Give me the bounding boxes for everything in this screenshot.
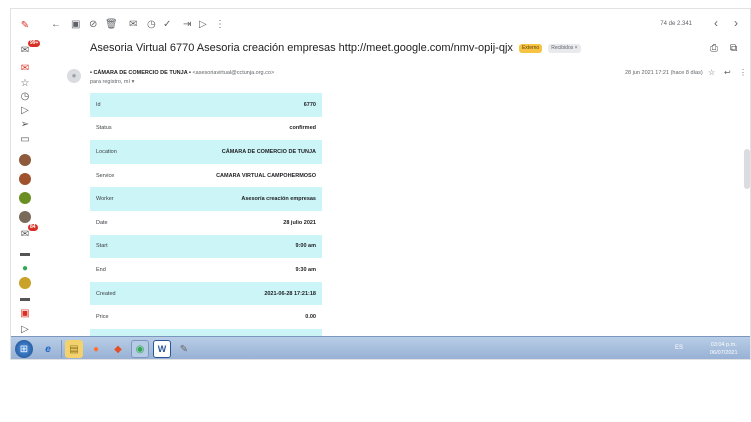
table-row: End 9:30 am [90,258,322,282]
table-row: Location CÁMARA DE COMERCIO DE TUNJA [90,140,322,164]
sender-email: <asesoriavirtual@cctunja.org.co> [192,70,275,76]
recipient-dropdown[interactable]: para registro, mí ▾ [90,79,134,85]
more-vert-icon[interactable]: ⋮ [739,68,747,77]
chat-badge: 84 [28,224,38,231]
tasks-icon[interactable]: ▷ [18,322,32,336]
screen: ✎ ✉ 99+ ✉ ☆ ◷ ▷ ➢ ▭ ✉ 84 ▬ ● ▬ ▣ ▷ ← ▣ ⊘… [10,8,751,360]
row-value: 28 julio 2021 [283,219,316,226]
clock-time: 03:04 p.m. [710,342,737,348]
contact-avatar-5[interactable] [18,276,32,290]
left-rail: ✎ ✉ 99+ ✉ ☆ ◷ ▷ ➢ ▭ ✉ 84 ▬ ● ▬ ▣ ▷ [11,9,41,336]
move-to-icon[interactable]: ⇥ [183,19,191,31]
row-value: 2021-06-28 17:21:18 [142,281,322,306]
hangouts-icon[interactable]: ● [18,261,32,275]
sent-icon[interactable]: ➢ [18,117,32,131]
table-row: Start 9:00 am [90,234,322,259]
label-chip-external[interactable]: Externo [518,43,543,53]
table-row: Price 0.00 [90,305,322,329]
email-subject-line: Asesoria Virtual 6770 Asesoria creación … [90,42,581,54]
inbox-icon[interactable]: ✉ 99+ [18,40,41,57]
label-icon[interactable]: ▷ [199,19,207,31]
archive-icon[interactable]: ▣ [71,19,80,31]
inbox-badge: 99+ [28,40,41,47]
mail-icon[interactable]: ✉ [18,61,32,75]
firefox-icon[interactable]: ● [87,340,105,358]
label-chip-inbox[interactable]: Recibidos × [548,43,581,53]
message-toolbar: ← ▣ ⊘ 🗑 ✉ ◷ ✓ ⇥ ▷ ⋮ 74 de 2.341 ‹ › [41,17,750,35]
table-row: Status confirmed [90,117,322,141]
snooze-icon[interactable]: ◷ [147,19,156,31]
keyboard-language[interactable]: ES [675,345,683,351]
table-row: Id 6770 [90,93,322,117]
email-date: 28 jun 2021 17:21 (hace 8 días) [625,70,703,76]
system-clock[interactable]: 03:04 p.m. 06/07/2021 [710,341,738,357]
important-icon[interactable]: ▷ [18,103,32,117]
table-row: Created 2021-06-28 17:21:18 [90,281,322,306]
row-label: Id [90,93,143,117]
contact-avatar-3[interactable] [18,191,32,205]
row-value: confirmed [289,125,316,132]
contact-avatar-2[interactable] [18,172,32,186]
add-task-icon[interactable]: ✓ [163,19,171,31]
taskbar-divider [61,340,62,358]
clock-date: 06/07/2021 [710,350,738,356]
row-label: Service [96,172,115,179]
row-value: CÁMARA DE COMERCIO DE TUNJA [142,140,322,164]
row-value: 0.00 [305,314,316,321]
mark-unread-icon[interactable]: ✉ [129,19,137,31]
appointment-details-table: Id 6770 Status confirmed Location CÁMARA DE… [90,93,322,353]
row-label: Status [96,125,112,132]
row-value: Asesoría creación empresas [142,187,322,211]
meet-icon[interactable]: ▬ [18,246,32,260]
table-row: Worker Asesoría creación empresas [90,187,322,211]
row-label: Created [90,281,143,306]
word-icon[interactable]: W [153,340,171,358]
contact-avatar-4[interactable] [18,210,32,224]
more-options-icon[interactable]: ⋮ [215,19,225,31]
sender-avatar: ● [67,69,81,83]
row-value: CAMARA VIRTUAL CAMPOHERMOSO [216,172,316,179]
star-icon[interactable]: ☆ [708,68,715,77]
row-label: Worker [90,187,143,211]
row-label: End [96,266,106,273]
row-label: Start [90,234,143,259]
table-row: Date 28 julio 2021 [90,211,322,235]
calendar-icon[interactable]: ▣ [18,306,32,320]
message-counter: 74 de 2.341 [660,21,692,27]
row-value: 9:00 am [142,234,322,259]
scrollbar-thumb[interactable] [744,149,750,189]
open-in-new-window-icon[interactable]: ⧉ [730,43,737,54]
keyboard-icon[interactable]: ▬ [18,291,32,305]
internet-explorer-icon[interactable]: e [39,340,57,358]
taskbar: ⊞ e ▤ ● ◆ ◉ W ✎ ES 03:04 p.m. 06/07/2021 [11,336,750,359]
report-spam-icon[interactable]: ⊘ [89,19,97,31]
contact-avatar-1[interactable] [18,153,32,167]
chat-icon[interactable]: ✉ 84 [18,224,38,241]
star-icon[interactable]: ☆ [18,76,32,90]
email-subject: Asesoria Virtual 6770 Asesoria creación … [90,42,513,54]
row-label: Location [90,140,143,164]
file-explorer-icon[interactable]: ▤ [65,340,83,358]
print-icon[interactable]: ⎙ [710,43,718,54]
compose-icon[interactable]: ✎ [18,18,32,32]
sender-line: • CÁMARA DE COMERCIO DE TUNJA • <asesori… [90,70,274,76]
row-value: 9:30 am [295,266,317,273]
chrome-icon[interactable]: ◉ [131,340,149,358]
row-label: Price [96,314,109,321]
paint-icon[interactable]: ✎ [175,340,193,358]
row-value: 6770 [142,93,322,117]
reply-icon[interactable]: ↩ [724,68,731,77]
start-button-icon[interactable]: ⊞ [15,340,33,358]
delete-icon[interactable]: 🗑 [105,19,118,31]
next-message-icon[interactable]: › [734,17,738,29]
row-label: Date [96,219,108,226]
previous-message-icon[interactable]: ‹ [714,17,718,29]
office-icon[interactable]: ◆ [109,340,127,358]
sender-name: • CÁMARA DE COMERCIO DE TUNJA • [90,70,191,76]
clock-icon[interactable]: ◷ [18,89,32,103]
table-row: Service CAMARA VIRTUAL CAMPOHERMOSO [90,164,322,188]
back-arrow-icon[interactable]: ← [51,19,61,31]
drafts-icon[interactable]: ▭ [18,132,32,146]
